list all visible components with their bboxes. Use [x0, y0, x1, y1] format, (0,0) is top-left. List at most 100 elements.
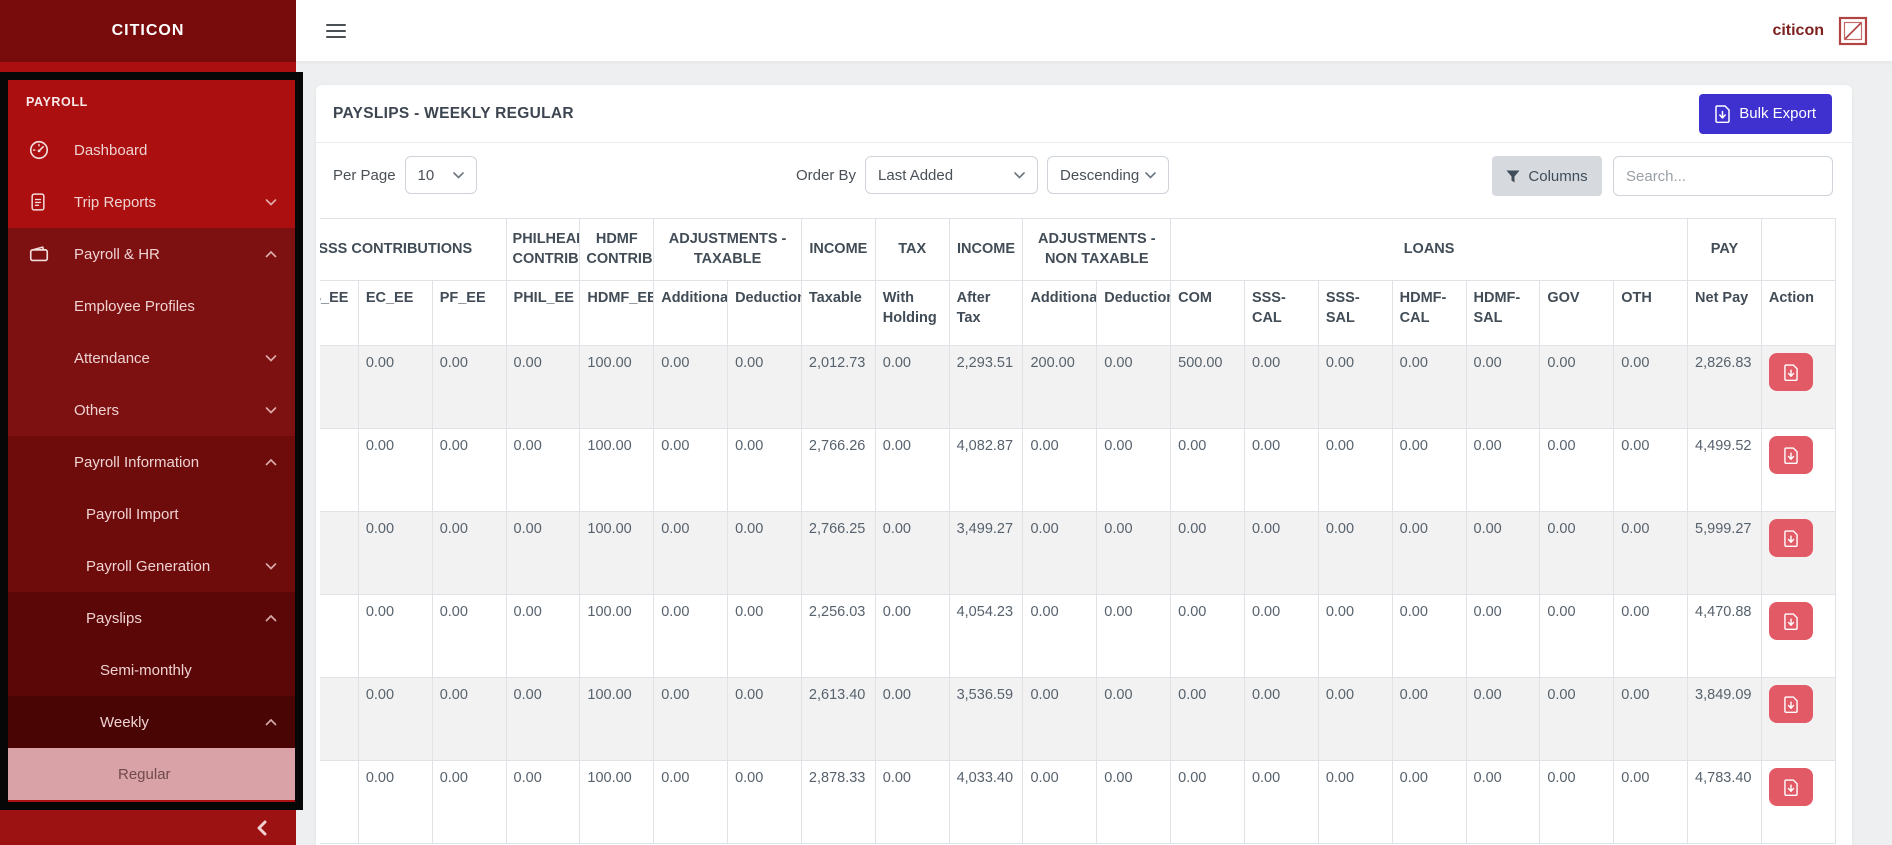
- file-download-icon: [1784, 695, 1798, 713]
- table-cell: 0.00: [1243, 677, 1319, 761]
- table-column-header: HDMF-CAL: [1391, 280, 1467, 346]
- sidebar-item-label: Attendance: [74, 349, 150, 367]
- sidebar-item-label: Payslips: [86, 609, 142, 627]
- table-cell: 0.00: [431, 594, 507, 678]
- table-cell: 0.00: [1613, 345, 1689, 429]
- sidebar-section: PAYROLL Dashboard Trip Reports: [8, 80, 295, 228]
- sort-direction-select[interactable]: Descending: [1047, 156, 1170, 194]
- table-cell: 0.00: [1022, 428, 1098, 512]
- row-export-button[interactable]: [1768, 768, 1813, 806]
- row-export-button[interactable]: [1768, 436, 1813, 474]
- sidebar-item-label: Others: [74, 401, 120, 419]
- sidebar-section: Payroll Information Payroll Import Payroll…: [8, 436, 295, 592]
- table-cell: 0.00: [874, 345, 950, 429]
- table-column-header: Net Pay: [1687, 280, 1762, 346]
- table-cell: 0.00: [1465, 760, 1541, 844]
- table-column-header: With Holding: [874, 280, 950, 346]
- per-page-select[interactable]: 10: [404, 156, 477, 194]
- sidebar-item-trip-reports[interactable]: Trip Reports: [8, 176, 295, 228]
- table-cell: 0.00: [1317, 594, 1393, 678]
- table-cell: 0.00: [1243, 594, 1319, 678]
- sidebar-item-payroll-import[interactable]: Payroll Import: [8, 488, 295, 540]
- table-cell: 0.00: [357, 760, 433, 844]
- sidebar-item-employee-profiles[interactable]: Employee Profiles: [8, 280, 295, 332]
- table-cell: 0.00: [1096, 511, 1172, 595]
- sidebar-item-semi-monthly[interactable]: Semi-monthly: [8, 644, 295, 696]
- search-group: [1613, 156, 1833, 196]
- table-cell: 0.00: [1613, 677, 1689, 761]
- sidebar-item-dashboard[interactable]: Dashboard: [8, 124, 295, 176]
- table-cell: 0.00: [653, 511, 729, 595]
- table-column-header: SSS-SAL: [1317, 280, 1393, 346]
- table-row: 0.000.000.000.00100.000.000.002,766.250.…: [320, 511, 1836, 595]
- row-export-button[interactable]: [1768, 602, 1813, 640]
- columns-button[interactable]: Columns: [1492, 156, 1602, 196]
- order-by-group: Order By Last Added Descending: [796, 156, 1170, 194]
- table-cell: 0.00: [1170, 677, 1245, 761]
- table-cell: 0.00: [1317, 760, 1393, 844]
- file-download-icon: [1784, 778, 1798, 796]
- table-cell: 0.00: [320, 594, 359, 678]
- user-name[interactable]: citicon: [1772, 22, 1824, 40]
- table-cell: 0.00: [357, 594, 433, 678]
- table-cell: 0.00: [1465, 594, 1541, 678]
- table-cell: 4,783.40: [1687, 760, 1762, 844]
- chevron-up-icon: [265, 714, 277, 731]
- table-cell: 2,878.33: [800, 760, 876, 844]
- table-column-header: GOV: [1539, 280, 1615, 346]
- table-cell: 0.00: [1022, 760, 1098, 844]
- table-cell: 0.00: [1613, 760, 1689, 844]
- navbar-right: citicon: [1772, 16, 1868, 46]
- table-cell: 500.00: [1170, 345, 1245, 429]
- table-cell: 0.00: [1613, 511, 1689, 595]
- table-cell: 0.00: [874, 677, 950, 761]
- payslips-table-container: SSS CONTRIBUTIONSPHILHEALTH CONTRIBUTION…: [320, 218, 1836, 844]
- sidebar-section: Weekly: [8, 696, 295, 748]
- table-cell: 100.00: [579, 511, 655, 595]
- sidebar-collapse-button[interactable]: [0, 810, 296, 845]
- sidebar-item-payroll-generation[interactable]: Payroll Generation: [8, 540, 295, 592]
- action-cell: [1760, 760, 1836, 844]
- row-export-button[interactable]: [1768, 353, 1813, 391]
- hamburger-menu-icon[interactable]: [326, 23, 346, 38]
- action-cell: [1760, 511, 1836, 595]
- sidebar-item-weekly[interactable]: Weekly: [8, 696, 295, 748]
- table-cell: 0.00: [1170, 511, 1245, 595]
- table-cell: 0.00: [1539, 345, 1615, 429]
- table-row: 0.000.000.000.00100.000.000.002,878.330.…: [320, 760, 1836, 844]
- table-cell: 2,826.83: [1687, 345, 1762, 429]
- table-column-header: SSS_EE: [320, 280, 359, 346]
- table-cell: 0.00: [431, 760, 507, 844]
- sidebar-item-payroll-hr[interactable]: Payroll & HR: [8, 228, 295, 280]
- table-column-header: Taxable: [800, 280, 876, 346]
- table-cell: 0.00: [1465, 428, 1541, 512]
- table-cell: 2,613.40: [800, 677, 876, 761]
- avatar[interactable]: [1838, 16, 1868, 46]
- table-cell: 0.00: [1022, 594, 1098, 678]
- payslips-card: PAYSLIPS - WEEKLY REGULAR Bulk Export Pe…: [316, 85, 1852, 845]
- table-cell: 0.00: [1391, 760, 1467, 844]
- sort-direction-value: Descending: [1060, 166, 1140, 184]
- sidebar-item-others[interactable]: Others: [8, 384, 295, 436]
- sidebar-item-payroll-information[interactable]: Payroll Information: [8, 436, 295, 488]
- table-group-header: SSS CONTRIBUTIONS: [320, 218, 507, 281]
- sidebar-item-payslips[interactable]: Payslips: [8, 592, 295, 644]
- table-row: 0.000.000.000.00100.000.000.002,012.730.…: [320, 345, 1836, 429]
- sidebar-item-attendance[interactable]: Attendance: [8, 332, 295, 384]
- bulk-export-label: Bulk Export: [1739, 105, 1816, 122]
- table-cell: 0.00: [1022, 677, 1098, 761]
- top-navbar: citicon: [296, 0, 1892, 62]
- table-group-header: PHILHEALTH CONTRIBUTIONS: [505, 218, 581, 281]
- order-by-select[interactable]: Last Added: [865, 156, 1039, 194]
- wallet-icon: [28, 243, 50, 265]
- chevron-down-icon: [1145, 171, 1156, 179]
- search-input[interactable]: [1613, 156, 1833, 196]
- table-cell: 0.00: [505, 428, 581, 512]
- table-cell: 0.00: [431, 428, 507, 512]
- bulk-export-button[interactable]: Bulk Export: [1699, 93, 1832, 134]
- sidebar-item-regular[interactable]: Regular: [8, 748, 295, 800]
- row-export-button[interactable]: [1768, 685, 1813, 723]
- row-export-button[interactable]: [1768, 519, 1813, 557]
- sidebar-item-label: Payroll Import: [86, 505, 179, 523]
- table-cell: 0.00: [1539, 760, 1615, 844]
